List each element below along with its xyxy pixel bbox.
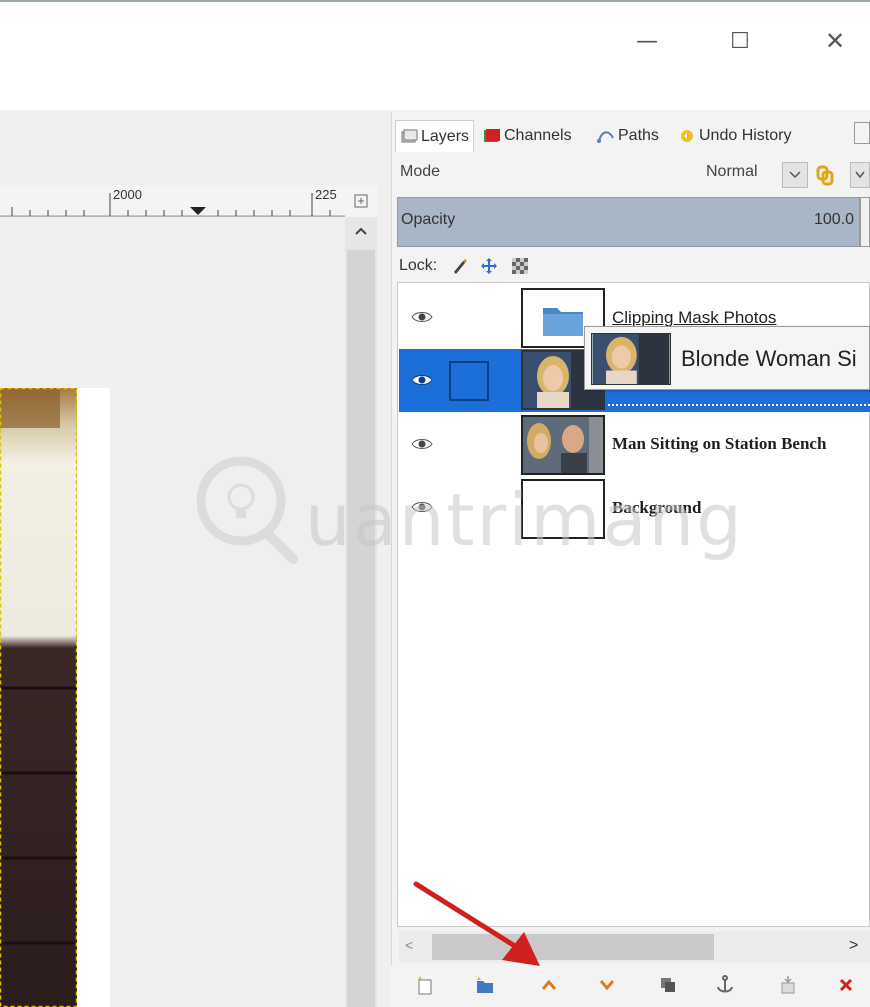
tab-paths[interactable]: Paths — [597, 120, 659, 152]
title-bar — [0, 2, 870, 110]
lock-label: Lock: — [399, 257, 438, 274]
mode-switch-icon[interactable] — [815, 164, 835, 186]
delete-layer-icon[interactable] — [835, 974, 857, 996]
eye-icon[interactable] — [411, 310, 433, 324]
close-button[interactable]: ✕ — [815, 26, 855, 56]
tab-paths-label: Paths — [618, 127, 659, 144]
layer-chain-toggle[interactable] — [449, 361, 489, 401]
layer-name-man-sitting[interactable]: Man Sitting on Station Bench — [612, 434, 826, 454]
lower-layer-icon[interactable] — [596, 974, 618, 996]
mode-label: Mode — [400, 163, 441, 180]
horizontal-ruler[interactable]: 2000 225 — [0, 185, 345, 217]
annotation-arrow-icon — [413, 881, 540, 966]
man-sitting-thumbnail — [523, 417, 603, 473]
tab-channels-label: Channels — [504, 127, 572, 144]
paths-icon — [597, 131, 614, 143]
layer-name-clipping-mask-photos[interactable]: Clipping Mask Photos — [612, 308, 776, 328]
vertical-scrollbar-thumb[interactable] — [347, 250, 375, 1007]
eye-icon[interactable] — [411, 437, 433, 451]
ruler-ticks — [0, 193, 345, 217]
zoom-navigate-icon[interactable] — [345, 185, 377, 217]
tab-channels[interactable]: Channels — [483, 120, 572, 152]
mode-value[interactable]: Normal — [706, 163, 758, 181]
tab-layers[interactable]: Layers — [395, 120, 475, 152]
ruler-label-225: 225 — [315, 187, 337, 202]
undo-history-icon — [681, 130, 693, 142]
anchor-layer-icon[interactable] — [714, 974, 736, 996]
tab-layers-label: Layers — [421, 127, 470, 145]
dock-menu-icon[interactable] — [854, 122, 870, 144]
channels-icon — [484, 129, 500, 142]
lock-pixels-icon[interactable] — [451, 257, 469, 275]
ruler-label-2000: 2000 — [113, 187, 142, 202]
lock-alpha-icon[interactable] — [511, 257, 529, 275]
opacity-value[interactable]: 100.0 — [814, 211, 854, 229]
eye-icon[interactable] — [411, 373, 433, 387]
minimize-button[interactable]: — — [627, 26, 667, 56]
tab-undo-history-label: Undo History — [699, 127, 792, 144]
eye-icon[interactable] — [411, 500, 433, 514]
layer-thumbnail-man-sitting — [521, 415, 605, 475]
layer-name-background[interactable]: Background — [612, 498, 701, 518]
layers-icon — [401, 129, 418, 142]
maximize-button[interactable]: ☐ — [720, 26, 760, 56]
opacity-spinner[interactable] — [860, 197, 870, 247]
drag-tooltip-label: Blonde Woman Si — [681, 346, 857, 371]
dock-tabs: Layers Channels Paths Undo History — [391, 116, 870, 154]
ruler-pointer-icon — [190, 207, 206, 215]
merge-layer-icon[interactable] — [777, 974, 799, 996]
scroll-up-icon[interactable] — [345, 217, 377, 245]
mode-dropdown-icon[interactable] — [782, 162, 808, 188]
scroll-right-icon[interactable]: > — [849, 937, 858, 955]
drag-thumbnail — [591, 333, 671, 385]
layer-thumbnail-background — [521, 479, 605, 539]
tab-undo-history[interactable]: Undo History — [678, 120, 791, 152]
selected-row-marker — [603, 404, 870, 406]
composite-dropdown-icon[interactable] — [850, 162, 870, 188]
canvas-photo[interactable] — [0, 388, 77, 1007]
opacity-label: Opacity — [401, 211, 456, 228]
opacity-slider[interactable] — [397, 197, 860, 247]
lock-position-icon[interactable] — [480, 257, 498, 275]
duplicate-layer-icon[interactable] — [657, 974, 679, 996]
